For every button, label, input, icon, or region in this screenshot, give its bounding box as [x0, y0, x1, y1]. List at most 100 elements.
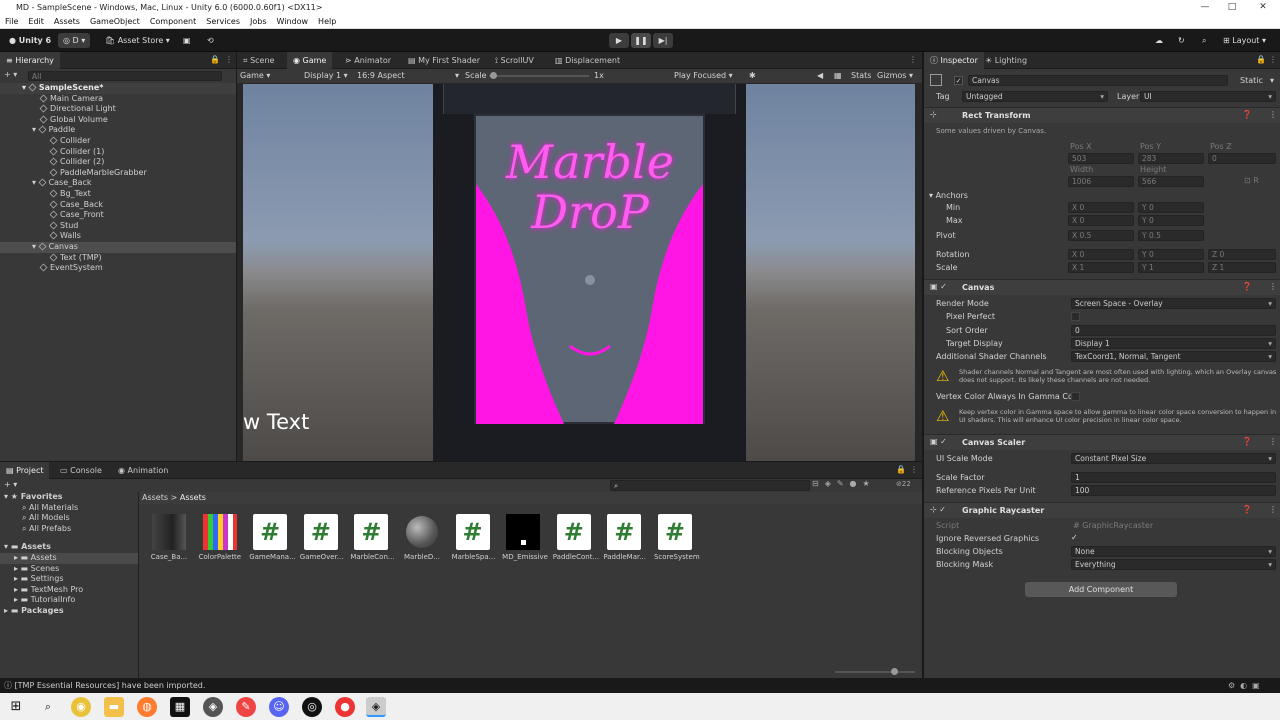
- game-mode-dropdown[interactable]: Game ▾: [240, 69, 270, 83]
- target-display-dropdown[interactable]: Display 1: [1071, 338, 1276, 349]
- anchor-min-x[interactable]: X 0: [1068, 202, 1134, 213]
- icon-size-slider[interactable]: [835, 668, 915, 675]
- tree-item-collider[interactable]: Collider: [0, 136, 236, 147]
- favorites-foldout[interactable]: ▾ ★ Favorites: [0, 492, 138, 503]
- posz-field[interactable]: 0: [1208, 153, 1276, 164]
- tab-inspector[interactable]: ⓘ Inspector: [924, 52, 984, 69]
- paint-icon[interactable]: ✎: [236, 697, 256, 717]
- menu-jobs[interactable]: Jobs: [245, 16, 272, 28]
- asset-marble-controller[interactable]: # MarbleCon...: [350, 514, 395, 561]
- discord-icon[interactable]: ☺: [269, 697, 289, 717]
- ignore-reversed-checkbox[interactable]: ✓: [1071, 534, 1080, 543]
- more-icon[interactable]: ⋮: [225, 55, 233, 64]
- canvas-scaler-header[interactable]: Canvas Scaler: [924, 434, 1280, 450]
- fav-all-prefabs[interactable]: ⌕ All Prefabs: [0, 524, 138, 535]
- maximize-icon[interactable]: □: [1219, 0, 1245, 16]
- close-icon[interactable]: ✕: [1250, 0, 1276, 16]
- reference-pixels-field[interactable]: 100: [1071, 485, 1276, 496]
- asset-game-manager[interactable]: # GameMana...: [249, 514, 296, 561]
- asset-game-over[interactable]: # GameOver...: [300, 514, 344, 561]
- tree-item-walls[interactable]: Walls: [0, 231, 236, 242]
- scale-z[interactable]: Z 1: [1208, 262, 1276, 273]
- chrome-icon[interactable]: ◉: [71, 697, 91, 717]
- status-icons[interactable]: ⚙◐▣: [1228, 679, 1265, 693]
- layout-dropdown[interactable]: ⊞ Layout ▾: [1218, 33, 1271, 48]
- active-checkbox[interactable]: ✓: [954, 76, 963, 85]
- tree-item-stud[interactable]: Stud: [0, 221, 236, 232]
- breadcrumb-assets[interactable]: Assets: [142, 493, 168, 502]
- more-icon[interactable]: ⋮: [1269, 505, 1277, 514]
- tab-console[interactable]: ▭ Console: [54, 462, 108, 479]
- help-icon[interactable]: ❓: [1242, 282, 1252, 291]
- assets-root-foldout[interactable]: ▾ ▬ Assets: [0, 542, 138, 553]
- pause-button[interactable]: ❚❚: [631, 33, 651, 48]
- graphic-raycaster-header[interactable]: Graphic Raycaster: [924, 502, 1280, 518]
- menu-window[interactable]: Window: [272, 16, 314, 28]
- pivot-x[interactable]: X 0.5: [1068, 230, 1134, 241]
- rotation-x[interactable]: X 0: [1068, 249, 1134, 260]
- menu-component[interactable]: Component: [145, 16, 201, 28]
- tree-item-case-back[interactable]: ▾ Case_Back: [0, 178, 236, 189]
- help-icon[interactable]: ❓: [1242, 437, 1252, 446]
- anchor-max-x[interactable]: X 0: [1068, 215, 1134, 226]
- add-component-button[interactable]: Add Component: [1025, 582, 1177, 597]
- stats-toggle[interactable]: Stats: [851, 69, 871, 83]
- tree-item-case-front[interactable]: Case_Front: [0, 210, 236, 221]
- obs-icon[interactable]: ◎: [302, 697, 322, 717]
- unity-editor-icon[interactable]: ◈: [366, 697, 386, 717]
- menu-assets[interactable]: Assets: [49, 16, 85, 28]
- anchor-min-y[interactable]: Y 0: [1138, 202, 1204, 213]
- packages-foldout[interactable]: ▸ ▬ Packages: [0, 606, 138, 617]
- object-name-field[interactable]: Canvas: [968, 75, 1228, 86]
- project-filter-icons[interactable]: ⊟◈✎●★: [812, 479, 876, 488]
- scene-root[interactable]: ▾ SampleScene*: [0, 83, 236, 94]
- cloud-icon[interactable]: ▣: [178, 33, 196, 48]
- asset-md-emissive[interactable]: MD_Emissive: [502, 514, 548, 561]
- breadcrumb-current[interactable]: Assets: [180, 493, 206, 502]
- render-mode-dropdown[interactable]: Screen Space - Overlay: [1071, 298, 1276, 309]
- step-button[interactable]: ▶|: [653, 33, 673, 48]
- add-gameobject-button[interactable]: + ▾: [4, 70, 17, 79]
- scale-y[interactable]: Y 1: [1138, 262, 1204, 273]
- vertex-color-checkbox[interactable]: [1071, 392, 1080, 401]
- hierarchy-search-input[interactable]: All: [28, 71, 222, 81]
- rotation-y[interactable]: Y 0: [1138, 249, 1204, 260]
- mute-icon[interactable]: ◀: [817, 69, 823, 83]
- app-icon[interactable]: ▦: [170, 697, 190, 717]
- blocking-mask-dropdown[interactable]: Everything: [1071, 559, 1276, 570]
- folder-assets[interactable]: ▸ ▬ Assets: [0, 552, 138, 564]
- tab-lighting[interactable]: ☀ Lighting: [979, 52, 1033, 69]
- aspect-dropdown[interactable]: 16:9 Aspect: [357, 69, 405, 83]
- status-message[interactable]: [TMP Essential Resources] have been impo…: [15, 681, 206, 690]
- tree-item-global-volume[interactable]: Global Volume: [0, 115, 236, 126]
- fav-all-materials[interactable]: ⌕ All Materials: [0, 503, 138, 514]
- shader-channels-dropdown[interactable]: TexCoord1, Normal, Tangent: [1071, 351, 1276, 362]
- tree-item-main-camera[interactable]: Main Camera: [0, 94, 236, 105]
- menu-gameobject[interactable]: GameObject: [85, 16, 145, 28]
- tree-item-directional-light[interactable]: Directional Light: [0, 104, 236, 115]
- height-field[interactable]: 566: [1138, 176, 1204, 187]
- tab-my-first-shader[interactable]: ▤ My First Shader: [402, 52, 486, 69]
- help-icon[interactable]: ❓: [1242, 110, 1252, 119]
- asset-store-button[interactable]: 🛍 Asset Store ▾: [100, 33, 175, 48]
- more-icon[interactable]: ⋮: [910, 465, 918, 474]
- play-focused-dropdown[interactable]: Play Focused ▾: [674, 69, 733, 83]
- collab-dropdown[interactable]: ◎ D ▾: [58, 33, 91, 48]
- sort-order-field[interactable]: 0: [1071, 325, 1276, 336]
- anchors-foldout[interactable]: ▾ Anchors: [929, 191, 968, 200]
- scale-slider-handle[interactable]: [490, 72, 497, 79]
- minimize-icon[interactable]: —: [1192, 0, 1218, 16]
- tab-scrolluv[interactable]: ⟟ ScrollUV: [489, 52, 540, 69]
- more-icon[interactable]: ⋮: [909, 55, 917, 64]
- bug-icon[interactable]: ✱: [749, 69, 756, 83]
- tab-displacement[interactable]: ▥ Displacement: [549, 52, 626, 69]
- tab-game[interactable]: ◉ Game: [287, 52, 333, 69]
- blueprint-button[interactable]: ⊡ R: [1244, 176, 1259, 185]
- help-icon[interactable]: ❓: [1242, 505, 1252, 514]
- tab-hierarchy[interactable]: ≡ Hierarchy: [0, 52, 60, 69]
- history-icon[interactable]: ↻: [1173, 33, 1190, 48]
- grid-icon[interactable]: ▦: [834, 69, 842, 83]
- windows-start-icon[interactable]: ⊞: [6, 697, 26, 717]
- layer-dropdown[interactable]: UI: [1140, 91, 1276, 102]
- game-viewport[interactable]: Marble DroP w Text: [243, 84, 915, 461]
